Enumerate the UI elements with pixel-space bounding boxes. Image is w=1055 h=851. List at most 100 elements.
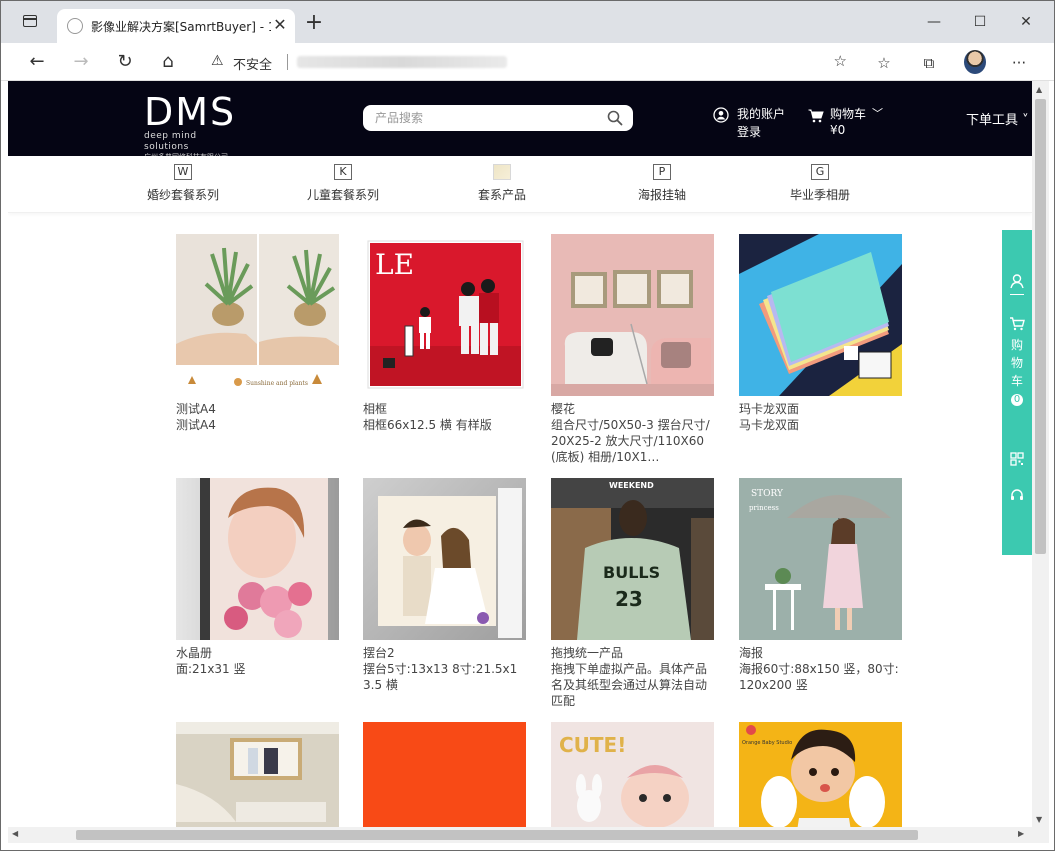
blurred-url[interactable] [297, 56, 507, 68]
chevron-down-icon[interactable]: ﹀ [872, 105, 883, 121]
product-thumbnail[interactable]: WEEKEND BULLS 23 [551, 478, 714, 640]
product-card[interactable]: STORY princess 海报 海报60寸:88x150 竖，80寸:120… [739, 478, 903, 693]
category-packages[interactable]: ​ 套系产品 [447, 164, 557, 210]
product-card[interactable] [176, 722, 340, 827]
thumb-caption: Orange Baby Studio [742, 740, 792, 746]
category-wedding[interactable]: W 婚纱套餐系列 [128, 164, 238, 210]
tab-close-icon[interactable]: ✕ [271, 15, 289, 35]
search-icon[interactable] [607, 110, 623, 126]
product-card[interactable]: CUTE! [551, 722, 715, 827]
scroll-left-icon[interactable]: ◀ [12, 829, 18, 838]
new-tab-button[interactable]: + [303, 12, 325, 35]
tab-actions-icon[interactable] [23, 15, 37, 27]
product-card[interactable]: Orange Baby Studio [739, 722, 903, 827]
category-badge: K [334, 164, 352, 180]
browser-tab[interactable]: 影像业解决方案[SamrtBuyer] - 1 ✕ [57, 9, 295, 43]
account-label[interactable]: 我的账户 [737, 105, 785, 122]
search-input[interactable] [375, 109, 595, 127]
scroll-down-icon[interactable]: ▼ [1036, 815, 1042, 824]
product-thumbnail[interactable]: LE [363, 234, 526, 396]
category-label[interactable]: 婚纱套餐系列 [128, 186, 238, 203]
sidebar-cart[interactable]: 购物车 0 [1002, 336, 1032, 406]
headset-icon[interactable] [1009, 487, 1025, 503]
home-button[interactable]: ⌂ [154, 49, 182, 75]
horizontal-scrollbar[interactable]: ◀ ▶ [8, 827, 1032, 843]
back-button[interactable]: ← [23, 49, 51, 75]
product-desc: 摆台5寸:13x13 8寸:21.5x13.5 横 [363, 662, 518, 692]
logo-text: DMS [144, 90, 237, 134]
order-tool-label[interactable]: 下单工具 [966, 113, 1018, 128]
product-name[interactable]: 樱花 [551, 401, 715, 417]
maximize-button[interactable]: ☐ [957, 9, 1003, 35]
profile-avatar[interactable] [964, 50, 986, 74]
vertical-scroll-thumb[interactable] [1035, 99, 1046, 554]
forward-button[interactable]: → [67, 49, 95, 75]
product-name[interactable]: 海报 [739, 645, 903, 661]
category-label[interactable]: 海报挂轴 [607, 186, 717, 203]
chevron-down-icon[interactable]: ˅ [1018, 113, 1029, 128]
cart-label[interactable]: 购物车 [830, 105, 866, 122]
address-divider [287, 54, 288, 70]
sidebar-cart-label[interactable]: 购物车 [1010, 336, 1024, 390]
product-thumbnail[interactable] [739, 234, 902, 396]
product-desc: 拖拽下单虚拟产品。具体产品名及其纸型会通过从算法自动匹配 [551, 662, 708, 708]
scroll-up-icon[interactable]: ▲ [1036, 85, 1042, 94]
category-graduation[interactable]: G 毕业季相册 [765, 164, 875, 210]
page-viewport: DMS deep mind solutions 广州多普网络科技有限公司 我的账… [8, 81, 1032, 827]
product-desc: 面:21x31 竖 [176, 662, 246, 676]
product-name[interactable]: 摆台2 [363, 645, 527, 661]
user-icon[interactable] [1009, 273, 1025, 289]
product-name[interactable]: 玛卡龙双面 [739, 401, 903, 417]
product-card[interactable]: WEEKEND BULLS 23 拖拽统一产品 拖拽下单虚拟产品。具体产品名及其… [551, 478, 715, 709]
user-icon [713, 107, 729, 123]
product-thumbnail[interactable] [176, 478, 339, 640]
logo-tagline: deep mind solutions [144, 131, 197, 152]
product-name[interactable]: 相框 [363, 401, 527, 417]
category-posters[interactable]: P 海报挂轴 [607, 164, 717, 210]
product-name[interactable]: 拖拽统一产品 [551, 645, 715, 661]
product-card[interactable]: 水晶册 面:21x31 竖 [176, 478, 340, 677]
product-thumbnail[interactable]: CUTE! [551, 722, 714, 827]
close-window-button[interactable]: ✕ [1003, 9, 1049, 35]
category-label[interactable]: 毕业季相册 [765, 186, 875, 203]
scroll-right-icon[interactable]: ▶ [1018, 829, 1024, 838]
collections-icon[interactable]: ⧉ [916, 51, 942, 75]
product-thumbnail[interactable] [551, 234, 714, 396]
product-thumbnail[interactable]: Sunshine and plants [176, 234, 339, 396]
category-label[interactable]: 儿童套餐系列 [288, 186, 398, 203]
add-favorite-icon[interactable]: ☆ [834, 52, 847, 70]
category-children[interactable]: K 儿童套餐系列 [288, 164, 398, 210]
horizontal-scroll-thumb[interactable] [76, 830, 918, 840]
cart-icon[interactable] [1009, 316, 1025, 332]
address-bar[interactable]: ⚠ 不安全 ☆ [197, 47, 857, 77]
reload-button[interactable]: ↻ [111, 49, 139, 75]
qr-code-icon[interactable] [1009, 451, 1025, 467]
product-name[interactable]: 测试A4 [176, 401, 340, 417]
product-thumbnail[interactable] [176, 722, 339, 827]
browser-menu-button[interactable]: ··· [1006, 51, 1032, 75]
favorites-icon[interactable]: ☆ [871, 51, 897, 75]
product-thumbnail[interactable] [363, 478, 526, 640]
order-tool-menu[interactable]: 下单工具 ˅ [966, 109, 1029, 128]
product-thumbnail[interactable]: STORY princess [739, 478, 902, 640]
site-favicon-icon [67, 18, 83, 34]
product-name[interactable]: 水晶册 [176, 645, 340, 661]
product-thumbnail[interactable] [363, 722, 526, 827]
category-nav: W 婚纱套餐系列 K 儿童套餐系列 ​ 套系产品 P 海报挂轴 G 毕业季相册 [8, 156, 1032, 213]
product-card[interactable]: 樱花 组合尺寸/50X50-3 摆台尺寸/20X25-2 放大尺寸/110X60… [551, 234, 715, 465]
login-link[interactable]: 登录 [737, 123, 761, 140]
floating-sidebar: 购物车 0 [1002, 230, 1032, 555]
site-logo[interactable]: DMS deep mind solutions 广州多普网络科技有限公司 [144, 90, 244, 161]
product-card[interactable] [363, 722, 527, 827]
vertical-scrollbar[interactable]: ▲ ▼ [1032, 81, 1049, 827]
product-card[interactable]: LE 相框 相框66x12.5 横 有样版 [363, 234, 527, 433]
cart-amount: ¥0 [830, 123, 846, 137]
security-label[interactable]: 不安全 [233, 54, 272, 73]
category-label[interactable]: 套系产品 [447, 186, 557, 203]
product-thumbnail[interactable]: Orange Baby Studio [739, 722, 902, 827]
product-card[interactable]: 摆台2 摆台5寸:13x13 8寸:21.5x13.5 横 [363, 478, 527, 693]
product-card[interactable]: 玛卡龙双面 马卡龙双面 [739, 234, 903, 433]
warning-icon[interactable]: ⚠ [211, 53, 224, 69]
minimize-button[interactable]: — [911, 9, 957, 35]
product-card[interactable]: Sunshine and plants 测试A4 测试A4 [176, 234, 340, 433]
